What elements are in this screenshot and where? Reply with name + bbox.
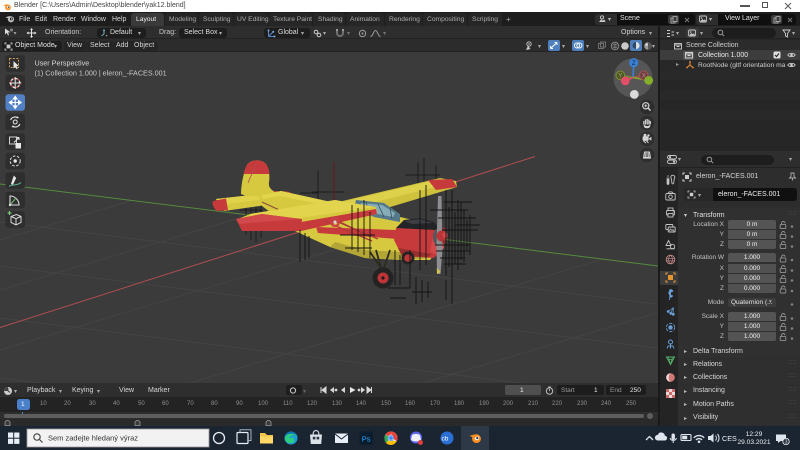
svg-text:3: 3: [784, 440, 787, 446]
svg-text:Sem zadejte hledaný výraz: Sem zadejte hledaný výraz: [48, 434, 138, 443]
svg-text:User Perspective: User Perspective: [35, 59, 90, 68]
svg-text:cb: cb: [442, 436, 449, 443]
svg-text:CES: CES: [722, 434, 737, 443]
svg-text:12:29: 12:29: [746, 431, 763, 438]
svg-text:Ps: Ps: [362, 435, 371, 444]
svg-text:29.03.2021: 29.03.2021: [737, 439, 770, 446]
svg-text:(1) Collection 1.000 | eleron_: (1) Collection 1.000 | eleron_-FACES.001: [35, 69, 167, 78]
svg-text:Z: Z: [632, 61, 636, 67]
